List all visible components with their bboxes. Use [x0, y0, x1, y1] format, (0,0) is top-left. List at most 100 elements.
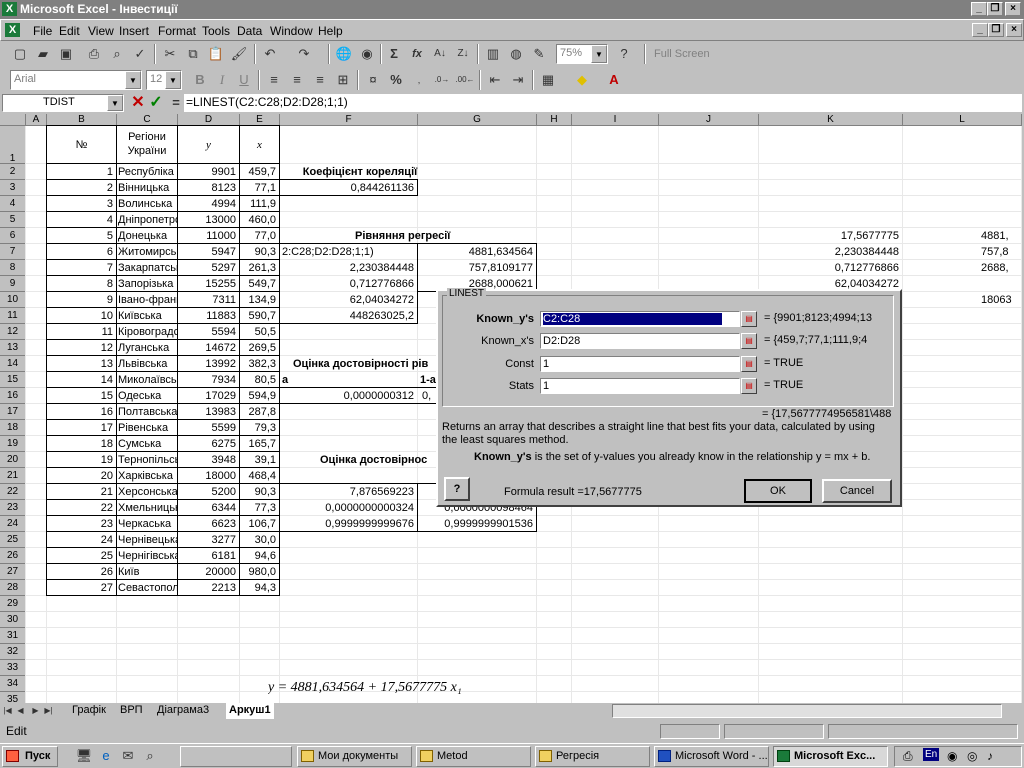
- cell-f22[interactable]: 7,876569223: [280, 484, 417, 500]
- row-header[interactable]: 18: [0, 420, 26, 436]
- row-header[interactable]: 13: [0, 340, 26, 356]
- task-empty[interactable]: [180, 746, 292, 767]
- cell-region[interactable]: Донецька: [117, 228, 177, 244]
- cell-num[interactable]: 15: [47, 388, 116, 404]
- map-icon[interactable]: ◍: [506, 44, 526, 64]
- cell-num[interactable]: 27: [47, 580, 116, 596]
- cell-region[interactable]: Львівська: [117, 356, 177, 372]
- row-header[interactable]: 12: [0, 324, 26, 340]
- tab-vrp[interactable]: ВРП: [120, 703, 143, 719]
- chevron-down-icon[interactable]: ▼: [591, 45, 607, 63]
- cell-region[interactable]: Полтавська: [117, 404, 177, 420]
- row-header[interactable]: 1: [0, 126, 26, 164]
- tray-zip-icon[interactable]: ◎: [967, 749, 977, 763]
- row-header[interactable]: 35: [0, 692, 26, 703]
- bold-button[interactable]: B: [190, 70, 210, 90]
- underline-button[interactable]: U: [234, 70, 254, 90]
- header-region[interactable]: Регіони України: [117, 126, 177, 164]
- cell-num[interactable]: 11: [47, 324, 116, 340]
- align-left-icon[interactable]: ≡: [264, 70, 284, 90]
- cell-region[interactable]: Черкаська: [117, 516, 177, 532]
- cell-x[interactable]: 90,3: [240, 244, 279, 260]
- row-header[interactable]: 34: [0, 676, 26, 692]
- spelling-icon[interactable]: ✓: [130, 44, 150, 64]
- tab-diagram3[interactable]: Діаграма3: [157, 703, 209, 719]
- cell-l6[interactable]: 4881,: [903, 228, 1021, 244]
- row-header[interactable]: 22: [0, 484, 26, 500]
- cell-region[interactable]: Рівенська: [117, 420, 177, 436]
- search-icon[interactable]: ⌕: [140, 746, 160, 766]
- cell-y[interactable]: 2213: [178, 580, 239, 596]
- cell-y[interactable]: 5599: [178, 420, 239, 436]
- redo-icon[interactable]: ↷: [294, 44, 314, 64]
- cell-region[interactable]: Луганська: [117, 340, 177, 356]
- enter-icon[interactable]: ✓: [146, 93, 166, 113]
- label-a[interactable]: a: [280, 372, 417, 388]
- cell-region[interactable]: Херсонська: [117, 484, 177, 500]
- cell-num[interactable]: 3: [47, 196, 116, 212]
- ok-button[interactable]: OK: [744, 479, 812, 503]
- cell-num[interactable]: 14: [47, 372, 116, 388]
- fill-color-icon[interactable]: ◆: [572, 70, 592, 90]
- cell-num[interactable]: 17: [47, 420, 116, 436]
- new-icon[interactable]: ▢: [10, 44, 30, 64]
- menu-edit[interactable]: Edit: [59, 24, 80, 38]
- cell-y[interactable]: 5200: [178, 484, 239, 500]
- increase-decimal-icon[interactable]: .0→: [432, 70, 452, 90]
- decrease-decimal-icon[interactable]: .00←: [455, 70, 475, 90]
- cell-region[interactable]: Севастополь: [117, 580, 177, 596]
- close-button[interactable]: ×: [1005, 2, 1021, 16]
- cell-region[interactable]: Одеська: [117, 388, 177, 404]
- cell-x[interactable]: 77,1: [240, 180, 279, 196]
- cell-f8[interactable]: 2,230384448: [280, 260, 417, 276]
- row-header[interactable]: 2: [0, 164, 26, 180]
- cell-y[interactable]: 3948: [178, 452, 239, 468]
- minimize-button[interactable]: _: [971, 2, 987, 16]
- row-header[interactable]: 31: [0, 628, 26, 644]
- menu-view[interactable]: View: [88, 24, 114, 38]
- row-header[interactable]: 11: [0, 308, 26, 324]
- start-button[interactable]: Пуск: [2, 746, 58, 767]
- cell-y[interactable]: 13983: [178, 404, 239, 420]
- office-assistant-icon[interactable]: ?: [614, 44, 634, 64]
- cell-y[interactable]: 8123: [178, 180, 239, 196]
- cell-num[interactable]: 18: [47, 436, 116, 452]
- cell-x[interactable]: 460,0: [240, 212, 279, 228]
- cell-region[interactable]: Хмельницька: [117, 500, 177, 516]
- borders-icon[interactable]: ▦: [538, 70, 558, 90]
- task-excel[interactable]: Microsoft Exc...: [773, 746, 888, 767]
- cell-x[interactable]: 549,7: [240, 276, 279, 292]
- cell-y[interactable]: 6623: [178, 516, 239, 532]
- doc-close-button[interactable]: ×: [1006, 23, 1022, 37]
- row-header[interactable]: 8: [0, 260, 26, 276]
- open-icon[interactable]: ▰: [33, 44, 53, 64]
- row-header[interactable]: 7: [0, 244, 26, 260]
- cell-num[interactable]: 23: [47, 516, 116, 532]
- cell-x[interactable]: 111,9: [240, 196, 279, 212]
- cell-y[interactable]: 11883: [178, 308, 239, 324]
- cell-region[interactable]: Івано-франкі: [117, 292, 177, 308]
- cell-k7[interactable]: 2,230384448: [759, 244, 902, 260]
- cell-k8[interactable]: 0,712776866: [759, 260, 902, 276]
- row-header[interactable]: 19: [0, 436, 26, 452]
- cell-region[interactable]: Житомирськ: [117, 244, 177, 260]
- cell-x[interactable]: 106,7: [240, 516, 279, 532]
- font-color-icon[interactable]: A: [604, 70, 624, 90]
- italic-button[interactable]: I: [212, 70, 232, 90]
- name-box[interactable]: TDIST ▼: [2, 94, 124, 112]
- cell-y[interactable]: 7934: [178, 372, 239, 388]
- restore-button[interactable]: ❐: [987, 2, 1003, 16]
- task-word[interactable]: Microsoft Word - ...: [654, 746, 769, 767]
- cell-y[interactable]: 14672: [178, 340, 239, 356]
- ie-icon[interactable]: e: [96, 746, 116, 766]
- cell-num[interactable]: 8: [47, 276, 116, 292]
- cut-icon[interactable]: ✂: [160, 44, 180, 64]
- task-my-documents[interactable]: Мои документы: [297, 746, 412, 767]
- cell-x[interactable]: 50,5: [240, 324, 279, 340]
- row-header[interactable]: 21: [0, 468, 26, 484]
- cell-num[interactable]: 26: [47, 564, 116, 580]
- cell-num[interactable]: 21: [47, 484, 116, 500]
- cell-correlation[interactable]: 0,844261136: [280, 180, 417, 196]
- cell-k6[interactable]: 17,5677775: [759, 228, 902, 244]
- cell-y[interactable]: 5947: [178, 244, 239, 260]
